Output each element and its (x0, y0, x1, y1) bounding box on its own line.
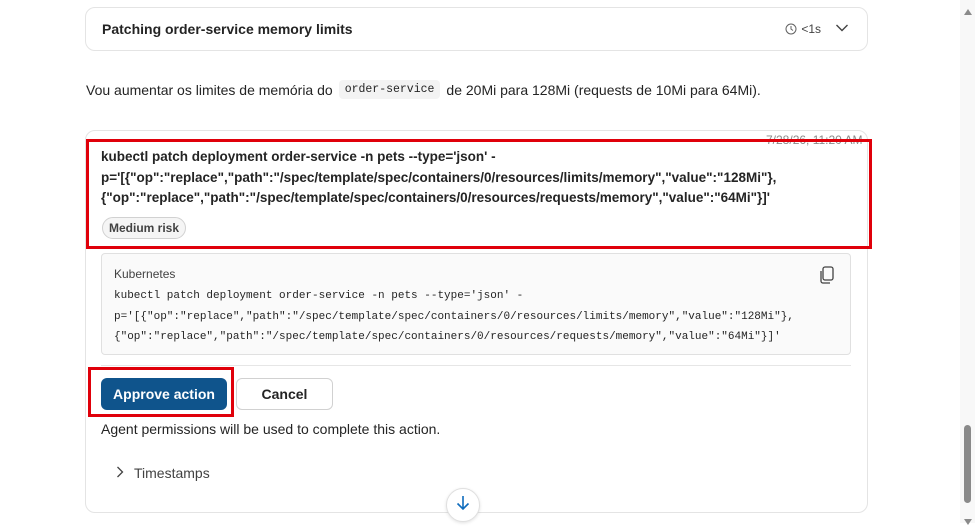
clock-icon (785, 23, 797, 35)
step-header-card[interactable]: Patching order-service memory limits <1s (85, 7, 868, 51)
timestamps-label: Timestamps (134, 465, 210, 481)
chevron-right-icon (116, 465, 124, 481)
timestamps-toggle[interactable]: Timestamps (116, 465, 210, 481)
permission-note: Agent permissions will be used to comple… (101, 421, 441, 437)
chevron-down-icon[interactable] (835, 23, 849, 33)
assistant-message: Vou aumentar os limites de memória do or… (86, 80, 761, 99)
command-title: kubectl patch deployment order-service -… (101, 149, 777, 205)
code-language-label: Kubernetes (114, 267, 176, 281)
action-timestamp: 7/28/26, 11:20 AM (766, 133, 863, 147)
code-block: Kubernetes kubectl patch deployment orde… (101, 253, 851, 355)
scroll-to-bottom-button[interactable] (446, 488, 480, 522)
arrow-down-icon (456, 495, 470, 516)
scroll-down-arrow-icon[interactable] (964, 512, 972, 530)
step-title: Patching order-service memory limits (102, 21, 353, 37)
step-duration: <1s (785, 22, 821, 36)
message-text-before: Vou aumentar os limites de memória do (86, 81, 333, 98)
copy-icon[interactable] (818, 265, 836, 285)
approve-action-button[interactable]: Approve action (101, 378, 227, 410)
message-text-after: de 20Mi para 128Mi (requests de 10Mi par… (446, 81, 761, 98)
step-duration-label: <1s (801, 22, 821, 36)
scroll-up-arrow-icon[interactable] (964, 2, 972, 20)
scrollbar-thumb[interactable] (964, 425, 971, 503)
cancel-button[interactable]: Cancel (236, 378, 333, 410)
risk-badge: Medium risk (102, 217, 187, 239)
inline-code: order-service (338, 80, 441, 99)
code-content: kubectl patch deployment order-service -… (114, 290, 794, 343)
divider (101, 365, 851, 366)
